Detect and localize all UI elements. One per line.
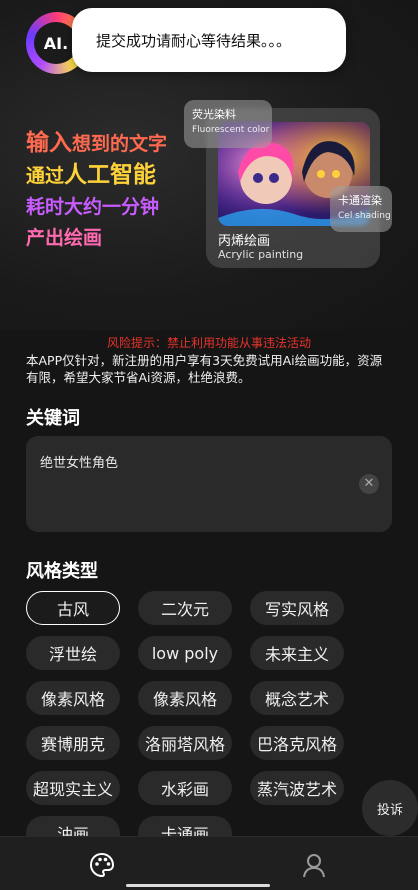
hero-slogan: 输入想到的文字 通过人工智能 耗时大约一分钟 产出绘画 [26, 128, 167, 254]
style-chip[interactable]: 超现实主义 [26, 771, 120, 805]
style-chip[interactable]: 像素风格 [138, 681, 232, 715]
bottom-nav [0, 836, 418, 890]
style-chip[interactable]: 水彩画 [138, 771, 232, 805]
risk-warning: 风险提示：禁止利用功能从事违法活动 [106, 336, 311, 350]
style-chip[interactable]: 洛丽塔风格 [138, 726, 232, 760]
style-chip[interactable]: 巴洛克风格 [250, 726, 344, 760]
keywords-title: 关键词 [26, 408, 80, 429]
style-chip[interactable]: 浮世绘 [26, 636, 120, 670]
style-chip[interactable]: 二次元 [138, 591, 232, 625]
nav-home-tab[interactable] [82, 845, 122, 885]
slogan-line-2: 通过人工智能 [26, 162, 157, 188]
acrylic-label-en: Acrylic painting [218, 248, 304, 261]
home-indicator [126, 884, 270, 887]
style-chip-selected[interactable]: 古风 [26, 591, 120, 625]
style-chip[interactable]: 蒸汽波艺术 [250, 771, 344, 805]
style-chip[interactable]: 赛博朋克 [26, 726, 120, 760]
palette-icon [89, 852, 115, 878]
style-chip[interactable]: 写实风格 [250, 591, 344, 625]
complaint-button[interactable]: 投诉 [362, 780, 418, 836]
nav-profile-tab[interactable] [294, 845, 334, 885]
slogan-line-3: 耗时大约一分钟 [26, 196, 160, 218]
style-type-title: 风格类型 [26, 561, 98, 582]
slogan-line-1: 输入想到的文字 [26, 130, 168, 156]
style-chip[interactable]: 概念艺术 [250, 681, 344, 715]
acrylic-label: 丙烯绘画 [218, 234, 271, 249]
keywords-value[interactable]: 绝世女性角色 [40, 452, 118, 471]
toast-message: 提交成功请耐心等待结果。。。 [72, 8, 346, 72]
cel-shading-tag: 卡通渲染 Cel shading [330, 186, 392, 232]
style-chip[interactable]: low poly [138, 636, 232, 670]
user-icon [303, 854, 325, 878]
style-chip[interactable]: 未来主义 [250, 636, 344, 670]
fluorescent-tag: 荧光染料 Fluorescent color [184, 100, 272, 148]
close-circle-icon[interactable]: ✕ [359, 474, 379, 494]
usage-notice: 本APP仅针对，新注册的用户享有3天免费试用Ai绘画功能，资源有限，希望大家节省… [26, 353, 383, 385]
slogan-line-4: 产出绘画 [26, 227, 103, 249]
style-chip[interactable]: 像素风格 [26, 681, 120, 715]
keywords-input[interactable]: 绝世女性角色 ✕ [26, 436, 392, 532]
